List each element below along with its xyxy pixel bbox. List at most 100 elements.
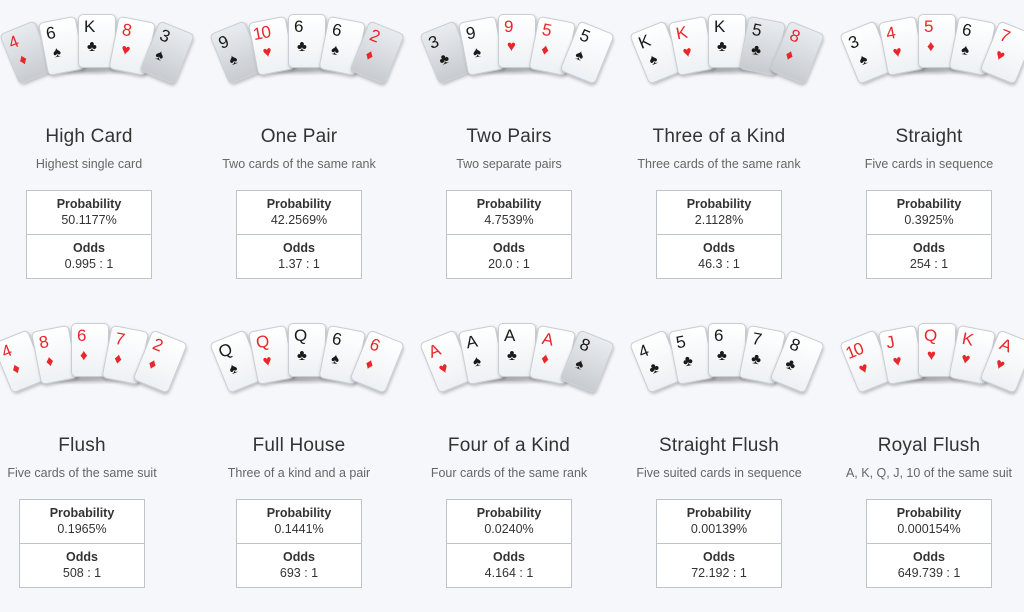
card-fan: A ♥ A ♠ A ♣ A ♦ 8 ♠ xyxy=(419,309,615,394)
card-fan: K ♠ K ♥ K ♣ 5 ♣ 8 ♦ xyxy=(629,0,825,85)
card-rank: 3 xyxy=(845,31,862,53)
hand-description: Four cards of the same rank xyxy=(430,466,588,480)
heart-icon: ♥ xyxy=(992,355,1008,375)
card-rank: 6 xyxy=(367,334,383,356)
stats-box: Probability 0.000154% Odds 649.739 : 1 xyxy=(866,499,992,588)
card-rank: 4 xyxy=(0,340,15,362)
probability-label: Probability xyxy=(896,197,962,211)
stats-box: Probability 2.1128% Odds 46.3 : 1 xyxy=(656,190,782,279)
hand-description: Three of a kind and a pair xyxy=(227,466,371,480)
card-rank: 4 xyxy=(5,31,22,53)
odds-label: Odds xyxy=(283,550,315,564)
spade-icon: ♠ xyxy=(329,41,341,60)
card-rank: 2 xyxy=(367,25,383,47)
hand-flush: 4 ♦ 8 ♦ 6 ♦ 7 ♦ 2 ♦ Flush Five cards of the same … xyxy=(0,309,188,588)
odds-value: 1.37 : 1 xyxy=(278,257,320,271)
hand-title: Two Pairs xyxy=(466,126,552,147)
stats-box: Probability 42.2569% Odds 1.37 : 1 xyxy=(236,190,362,279)
odds-value: 4.164 : 1 xyxy=(484,566,534,580)
heart-icon: ♥ xyxy=(681,43,694,62)
hand-straight-flush: 4 ♣ 5 ♣ 6 ♣ 7 ♣ 8 ♣ Straight Flush Five suited ca… xyxy=(619,309,825,588)
card-rank: 2 xyxy=(150,334,166,356)
card-rank: 5 xyxy=(924,17,934,36)
hand-three-of-a-kind: K ♠ K ♥ K ♣ 5 ♣ 8 ♦ Three of a Kind Three cards o… xyxy=(619,0,825,279)
odds-label: Odds xyxy=(703,550,735,564)
hand-four-of-a-kind: A ♥ A ♠ A ♣ A ♦ 8 ♠ Four of a Kind Four cards of … xyxy=(409,309,615,588)
card-rank: 5 xyxy=(540,19,554,41)
card-rank: K xyxy=(635,30,654,53)
probability-value: 0.1965% xyxy=(57,522,107,536)
card-rank: Q xyxy=(294,326,308,345)
card-rank: 3 xyxy=(425,31,442,53)
spade-icon: ♠ xyxy=(329,350,341,369)
stats-box: Probability 0.00139% Odds 72.192 : 1 xyxy=(656,499,782,588)
card-rank: 5 xyxy=(750,19,764,41)
heart-icon: ♥ xyxy=(856,359,872,379)
hand-title: Flush xyxy=(58,435,106,456)
odds-value: 20.0 : 1 xyxy=(488,257,530,271)
diamond-icon: ♦ xyxy=(145,355,160,374)
hand-description: Two separate pairs xyxy=(456,157,562,171)
probability-value: 2.1128% xyxy=(694,213,744,227)
hand-title: Full House xyxy=(252,435,346,456)
hand-title: Four of a Kind xyxy=(447,435,571,456)
card-rank: A xyxy=(540,328,556,350)
card-rank: 4 xyxy=(635,340,652,362)
card-rank: 9 xyxy=(504,17,514,36)
spade-icon: ♠ xyxy=(572,355,587,374)
heart-icon: ♥ xyxy=(891,43,904,62)
stats-box: Probability 0.1441% Odds 693 : 1 xyxy=(236,499,362,588)
probability-label: Probability xyxy=(896,506,962,520)
odds-value: 0.995 : 1 xyxy=(64,257,114,271)
probability-label: Probability xyxy=(49,506,115,520)
club-icon: ♣ xyxy=(436,49,452,70)
diamond-icon: ♦ xyxy=(782,46,797,65)
hand-two-pairs: 3 ♣ 9 ♠ 9 ♥ 5 ♦ 5 ♠ Two Pairs Two separate pairs … xyxy=(409,0,615,279)
hand-title: Three of a Kind xyxy=(652,126,786,147)
card-fan: 3 ♠ 4 ♥ 5 ♦ 6 ♠ 7 ♥ xyxy=(839,0,1024,85)
diamond-icon: ♦ xyxy=(362,355,377,374)
diamond-icon: ♦ xyxy=(539,41,551,60)
probability-value: 4.7539% xyxy=(484,213,534,227)
spade-icon: ♠ xyxy=(226,359,241,379)
odds-label: Odds xyxy=(913,241,945,255)
odds-label: Odds xyxy=(283,241,315,255)
spade-icon: ♠ xyxy=(152,46,167,65)
card-rank: 8 xyxy=(577,334,593,356)
card-rank: 8 xyxy=(787,25,803,47)
odds-value: 72.192 : 1 xyxy=(691,566,747,580)
diamond-icon: ♦ xyxy=(80,347,88,364)
club-icon: ♣ xyxy=(681,351,695,371)
card-rank: 7 xyxy=(750,328,764,350)
card-rank: 6 xyxy=(44,23,58,44)
club-icon: ♣ xyxy=(717,38,727,55)
heart-icon: ♥ xyxy=(992,46,1008,66)
probability-value: 0.3925% xyxy=(904,213,954,227)
card-rank: 7 xyxy=(997,25,1013,47)
stats-box: Probability 0.1965% Odds 508 : 1 xyxy=(19,499,145,588)
stats-box: Probability 4.7539% Odds 20.0 : 1 xyxy=(446,190,572,279)
hand-description: Five cards of the same suit xyxy=(7,466,157,480)
hand-description: Highest single card xyxy=(35,157,143,171)
probability-label: Probability xyxy=(56,197,122,211)
odds-label: Odds xyxy=(493,241,525,255)
diamond-icon: ♦ xyxy=(16,50,30,70)
hand-full-house: Q ♠ Q ♥ Q ♣ 6 ♠ 6 ♦ Full House Three of a kind an… xyxy=(199,309,405,588)
card-rank: Q xyxy=(254,331,272,353)
hand-straight: 3 ♠ 4 ♥ 5 ♦ 6 ♠ 7 ♥ Straight Five cards in sequen… xyxy=(829,0,1024,279)
odds-value: 46.3 : 1 xyxy=(698,257,740,271)
probability-value: 0.1441% xyxy=(274,522,324,536)
stats-box: Probability 0.3925% Odds 254 : 1 xyxy=(866,190,992,279)
hand-description: Three cards of the same rank xyxy=(637,157,801,171)
probability-label: Probability xyxy=(476,506,542,520)
hand-title: One Pair xyxy=(260,126,338,147)
card-rank: K xyxy=(674,22,690,44)
card-rank: 6 xyxy=(77,326,87,345)
card-rank: K xyxy=(960,328,976,350)
diamond-icon: ♦ xyxy=(539,350,551,369)
odds-value: 693 : 1 xyxy=(279,566,319,580)
spade-icon: ♠ xyxy=(471,43,483,62)
card-fan: 3 ♣ 9 ♠ 9 ♥ 5 ♦ 5 ♠ xyxy=(419,0,615,85)
card-rank: A xyxy=(425,339,444,362)
card-rank: 6 xyxy=(714,326,724,345)
